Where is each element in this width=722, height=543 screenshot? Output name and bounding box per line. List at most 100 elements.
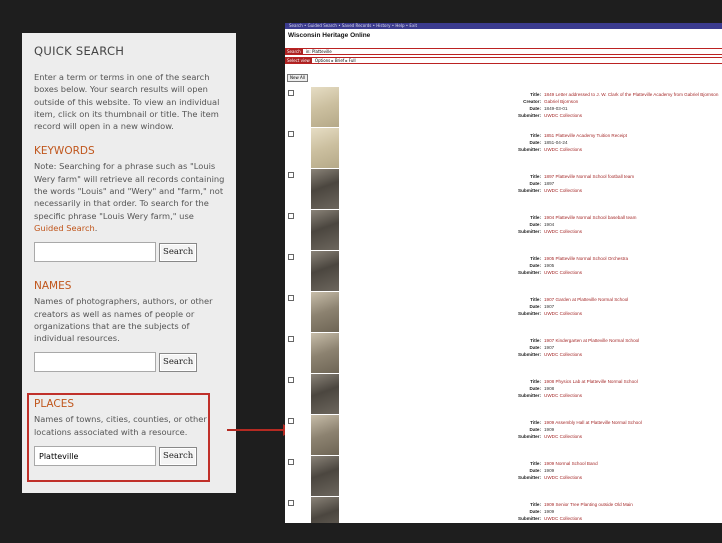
record-title-value[interactable]: 1849 Letter addressed to J. W. Clark of … <box>544 92 718 97</box>
record-submitter-line: Submitter: UWDC Collections <box>469 187 634 194</box>
record-submitter-line: Submitter: UWDC Collections <box>469 351 639 358</box>
places-search-button[interactable]: Search <box>159 446 198 466</box>
record-thumbnail[interactable] <box>311 456 339 496</box>
record-submitter-line: Submitter: UWDC Collections <box>469 310 628 317</box>
record-thumbnail[interactable] <box>311 251 339 291</box>
record-checkbox[interactable] <box>288 131 294 137</box>
record-thumbnail[interactable] <box>311 292 339 332</box>
record-submitter-value[interactable]: UWDC Collections <box>544 311 582 316</box>
results-select-line: Select view Options ▸ Brief ▸ Full <box>285 57 722 64</box>
record-title-line: Title: 1897 Platteville Normal School foo… <box>469 173 634 180</box>
record-title-value[interactable]: 1908 Physics Lab at Platteville Normal S… <box>544 379 638 384</box>
record-checkbox[interactable] <box>288 213 294 219</box>
record-submitter-label: Submitter: <box>518 270 541 275</box>
quick-search-intro: Enter a term or terms in one of the sear… <box>34 72 220 132</box>
record-submitter-label: Submitter: <box>518 393 541 398</box>
record-checkbox[interactable] <box>288 459 294 465</box>
arrow-line <box>227 429 285 431</box>
record-metadata: Title: 1909 Assembly Hall at Platteville … <box>469 419 642 440</box>
record-date-value: 1851-04-24 <box>544 140 568 145</box>
record-submitter-value[interactable]: UWDC Collections <box>544 352 582 357</box>
result-record: Title: 1908 Physics Lab at Platteville No… <box>285 374 722 414</box>
record-date-label: Date: <box>529 427 542 432</box>
record-submitter-value[interactable]: UWDC Collections <box>544 188 582 193</box>
results-new-button[interactable]: New All <box>287 74 308 82</box>
record-thumbnail[interactable] <box>311 128 339 168</box>
record-metadata: Title: 1909 Normal School Band Date: 1909 Su… <box>469 460 598 481</box>
record-title-value[interactable]: 1907 Garden at Platteville Normal School <box>544 297 628 302</box>
keywords-note-end: . <box>94 222 98 233</box>
record-date-label: Date: <box>529 509 542 514</box>
results-search-label: Search <box>285 49 303 54</box>
record-submitter-value[interactable]: UWDC Collections <box>544 270 582 275</box>
record-checkbox[interactable] <box>288 377 294 383</box>
places-heading: PLACES <box>34 398 75 411</box>
places-description: Names of towns, cities, counties, or oth… <box>34 414 207 437</box>
record-thumbnail[interactable] <box>311 497 339 523</box>
record-date-value: 1905 <box>544 263 555 268</box>
names-description: Names of photographers, authors, or othe… <box>34 296 213 344</box>
places-input[interactable] <box>34 446 156 467</box>
record-thumbnail[interactable] <box>311 169 339 209</box>
record-title-value[interactable]: 1909 Assembly Hall at Platteville Normal… <box>544 420 642 425</box>
record-metadata: Title: 1909 Senior Tree Planting outside … <box>469 501 633 522</box>
record-title-label: Title: <box>530 297 541 302</box>
record-submitter-value[interactable]: UWDC Collections <box>544 516 582 521</box>
record-date-line: Date: 1897 <box>469 180 634 187</box>
record-thumbnail[interactable] <box>311 415 339 455</box>
record-date-line: Date: 1907 <box>469 344 639 351</box>
keywords-note: Note: Searching for a phrase such as "Lo… <box>34 160 226 234</box>
record-submitter-line: Submitter: UWDC Collections <box>469 474 598 481</box>
record-thumbnail[interactable] <box>311 374 339 414</box>
results-select-value[interactable]: Options ▸ Brief ▸ Full <box>315 58 356 63</box>
record-submitter-value[interactable]: UWDC Collections <box>544 113 582 118</box>
record-submitter-value[interactable]: UWDC Collections <box>544 475 582 480</box>
record-date-label: Date: <box>529 140 542 145</box>
keywords-input[interactable] <box>34 242 156 263</box>
record-title-value[interactable]: 1904 Platteville Normal School baseball … <box>544 215 636 220</box>
record-title-line: Title: 1851 Platteville Academy Tuition R… <box>469 132 627 139</box>
record-checkbox[interactable] <box>288 295 294 301</box>
record-date-line: Date: 1851-04-24 <box>469 139 627 146</box>
record-title-value[interactable]: 1897 Platteville Normal School football … <box>544 174 634 179</box>
record-checkbox[interactable] <box>288 500 294 506</box>
guided-search-link[interactable]: Guided Search <box>34 223 95 233</box>
record-title-label: Title: <box>530 379 541 384</box>
record-date-value: 1897 <box>544 181 555 186</box>
record-thumbnail[interactable] <box>311 210 339 250</box>
record-thumbnail[interactable] <box>311 333 339 373</box>
record-submitter-label: Submitter: <box>518 229 541 234</box>
record-submitter-value[interactable]: UWDC Collections <box>544 229 582 234</box>
record-metadata: Title: 1897 Platteville Normal School foo… <box>469 173 634 194</box>
record-date-label: Date: <box>529 181 542 186</box>
record-creator-line: Creator: Gabriel Bjornson <box>469 98 718 105</box>
record-submitter-label: Submitter: <box>518 113 541 118</box>
record-checkbox[interactable] <box>288 90 294 96</box>
keywords-search-button[interactable]: Search <box>159 242 198 262</box>
names-input[interactable] <box>34 352 156 373</box>
record-metadata: Title: 1851 Platteville Academy Tuition R… <box>469 132 627 153</box>
names-search-button[interactable]: Search <box>159 352 198 372</box>
record-submitter-value[interactable]: UWDC Collections <box>544 393 582 398</box>
record-checkbox[interactable] <box>288 172 294 178</box>
record-checkbox[interactable] <box>288 418 294 424</box>
record-checkbox[interactable] <box>288 336 294 342</box>
record-checkbox[interactable] <box>288 254 294 260</box>
record-title-value[interactable]: 1907 Kindergarten at Platteville Normal … <box>544 338 639 343</box>
record-title-value[interactable]: 1905 Platteville Normal School Orchestra <box>544 256 628 261</box>
record-thumbnail[interactable] <box>311 87 339 127</box>
record-title-value[interactable]: 1909 Normal School Band <box>544 461 598 466</box>
record-title-value[interactable]: 1909 Senior Tree Planting outside Old Ma… <box>544 502 633 507</box>
record-title-label: Title: <box>530 92 541 97</box>
record-submitter-value[interactable]: UWDC Collections <box>544 147 582 152</box>
record-title-value[interactable]: 1851 Platteville Academy Tuition Receipt <box>544 133 627 138</box>
record-date-line: Date: 1908 <box>469 385 638 392</box>
record-submitter-label: Submitter: <box>518 475 541 480</box>
quick-search-panel: QUICK SEARCH Enter a term or terms in on… <box>22 33 236 493</box>
results-select-label: Select view <box>285 58 312 63</box>
record-date-line: Date: 1909 <box>469 508 633 515</box>
results-search-value[interactable]: in: Platteville <box>306 49 332 54</box>
result-record: Title: 1905 Platteville Normal School Orc… <box>285 251 722 291</box>
record-submitter-value[interactable]: UWDC Collections <box>544 434 582 439</box>
record-metadata: Title: 1908 Physics Lab at Platteville No… <box>469 378 638 399</box>
